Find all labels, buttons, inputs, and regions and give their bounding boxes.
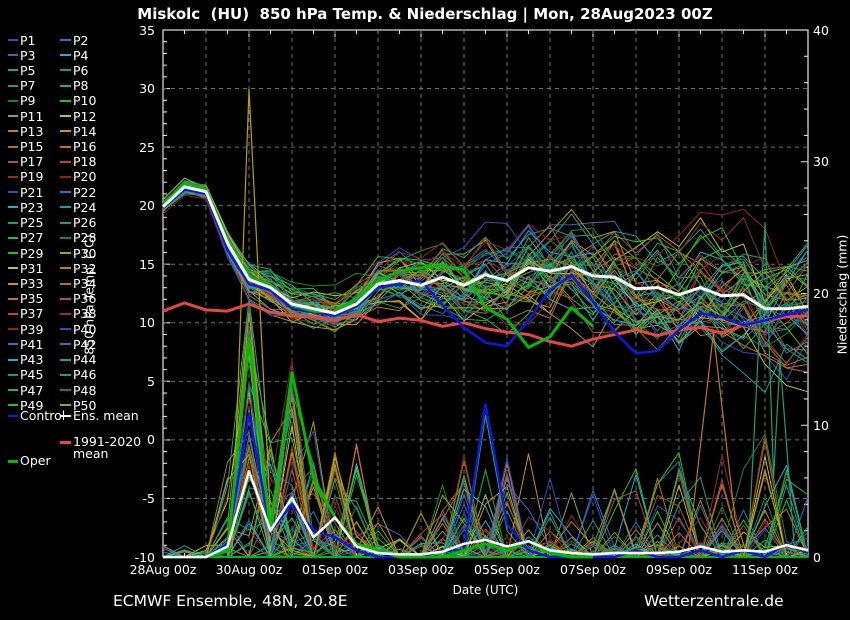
y-left-tick-label: 0	[113, 432, 155, 447]
y-left-tick-label: 5	[113, 374, 155, 389]
y-left-tick-label: 35	[113, 23, 155, 38]
y-left-tick-label: -10	[113, 550, 155, 565]
x-tick-label: 05Sep 00z	[464, 562, 550, 577]
y-left-tick-label: 20	[113, 198, 155, 213]
chart-canvas: Miskolc (HU) 850 hPa Temp. & Niederschla…	[0, 0, 850, 620]
y-left-tick-label: 10	[113, 315, 155, 330]
x-tick-label: 11Sep 00z	[722, 562, 808, 577]
y-left-tick-label: 25	[113, 140, 155, 155]
footer-branding: Wetterzentrale.de	[644, 592, 784, 610]
footer-model-info: ECMWF Ensemble, 48N, 20.8E	[113, 592, 348, 610]
member-precip-line-P43	[163, 349, 808, 557]
x-tick-label: 01Sep 00z	[292, 562, 378, 577]
y-right-tick-label: 40	[813, 23, 850, 38]
member-temp-line-P37	[163, 188, 808, 350]
x-tick-label: 03Sep 00z	[378, 562, 464, 577]
x-tick-label: 30Aug 00z	[206, 562, 292, 577]
left-axis-label: 850 hPa Temp. (°C)	[82, 160, 97, 430]
x-tick-label: 09Sep 00z	[636, 562, 722, 577]
y-right-tick-label: 20	[813, 286, 850, 301]
x-tick-label: 07Sep 00z	[550, 562, 636, 577]
y-left-tick-label: 30	[113, 81, 155, 96]
member-temp-line-P43	[163, 188, 808, 351]
y-right-tick-label: 30	[813, 154, 850, 169]
y-right-tick-label: 10	[813, 418, 850, 433]
y-left-tick-label: -5	[113, 491, 155, 506]
y-right-tick-label: 0	[813, 550, 850, 565]
y-left-tick-label: 15	[113, 257, 155, 272]
notable-precip-spike	[688, 333, 748, 557]
